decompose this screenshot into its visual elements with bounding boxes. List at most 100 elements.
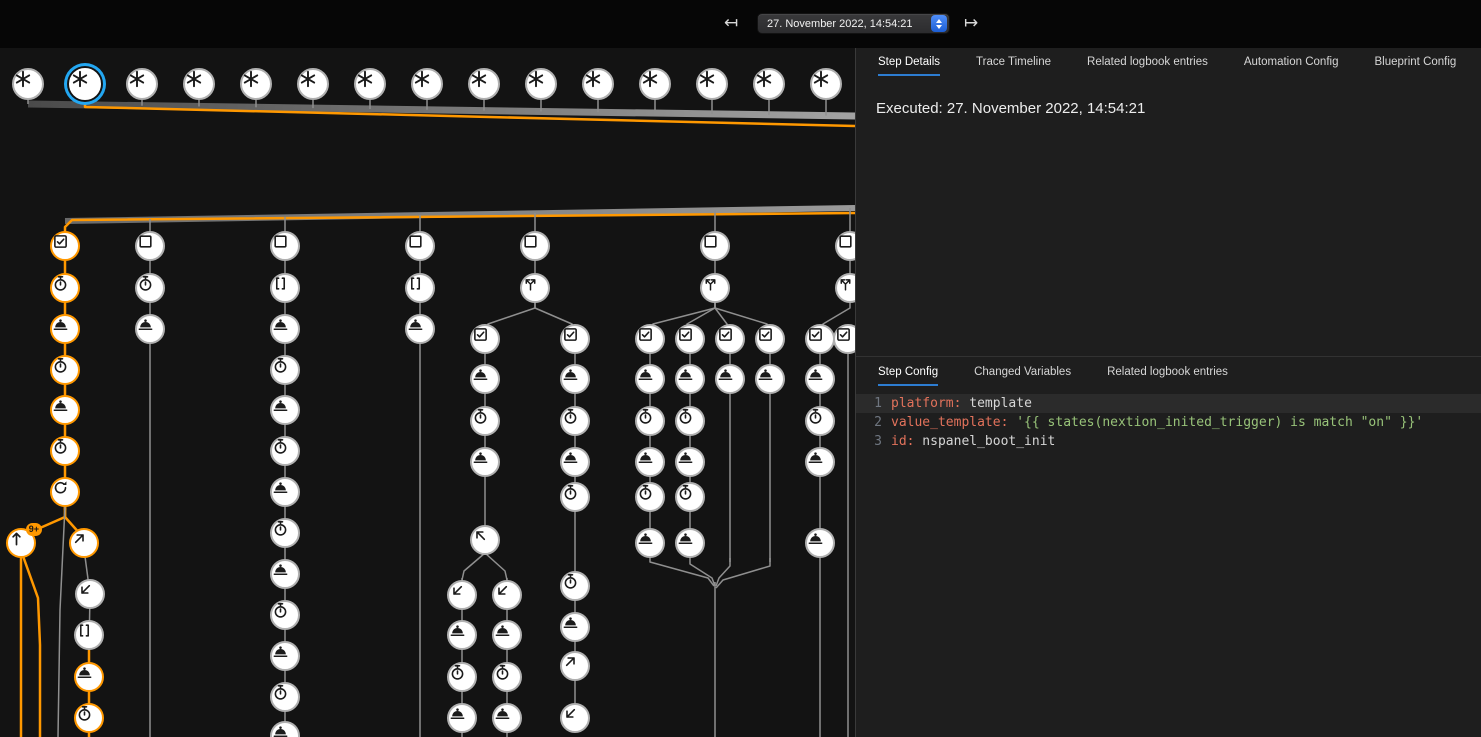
trace-node-arrow-up[interactable]: 9+ [6,528,36,558]
trace-node-service-bell[interactable] [560,364,590,394]
trace-node-asterisk[interactable] [468,68,500,100]
next-run-icon[interactable]: ↦ [964,11,978,35]
trace-node-service-bell[interactable] [805,528,835,558]
tab-blueprint-config[interactable]: Blueprint Config [1374,48,1456,76]
trace-node-service-bell[interactable] [675,364,705,394]
trace-node-service-bell[interactable] [560,447,590,477]
trace-node-checkbox[interactable] [805,324,835,354]
trace-node-asterisk[interactable] [639,68,671,100]
trace-node-timer[interactable] [270,682,300,712]
tab-automation-config[interactable]: Automation Config [1244,48,1339,76]
tab-step-config[interactable]: Step Config [878,357,938,386]
trace-node-service-bell[interactable] [805,447,835,477]
trace-node-timer[interactable] [270,355,300,385]
trace-node-service-bell[interactable] [447,620,477,650]
trace-node-checkbox[interactable] [675,324,705,354]
trace-node-checkbox[interactable] [833,324,855,354]
trace-node-service-bell[interactable] [270,395,300,425]
trace-node-service-bell[interactable] [492,620,522,650]
trace-node-timer[interactable] [447,662,477,692]
trace-node-service-bell[interactable] [635,447,665,477]
trace-node-asterisk[interactable] [240,68,272,100]
trace-node-checkbox[interactable] [755,324,785,354]
trace-node-arrow-sw[interactable] [75,579,105,609]
trace-node-asterisk[interactable] [69,68,101,100]
trace-node-timer[interactable] [560,482,590,512]
trace-node-arrow-ne[interactable] [69,528,99,558]
trace-node-brackets[interactable] [405,273,435,303]
trace-node-timer[interactable] [50,273,80,303]
trace-node-arrow-sw[interactable] [447,580,477,610]
trace-node-timer[interactable] [635,406,665,436]
trace-node-asterisk[interactable] [297,68,329,100]
trace-node-asterisk[interactable] [411,68,443,100]
trace-node-asterisk[interactable] [12,68,44,100]
tab-related-logbook-entries[interactable]: Related logbook entries [1107,357,1228,386]
trace-node-asterisk[interactable] [525,68,557,100]
trace-node-timer[interactable] [560,406,590,436]
trace-node-service-bell[interactable] [447,703,477,733]
trace-node-arrow-sw[interactable] [560,703,590,733]
trace-node-timer[interactable] [492,662,522,692]
trace-node-asterisk[interactable] [354,68,386,100]
trace-node-asterisk[interactable] [126,68,158,100]
trace-node-service-bell[interactable] [675,528,705,558]
previous-run-icon[interactable]: ↤ [724,11,738,35]
trace-node-checkbox[interactable] [50,231,80,261]
trace-node-service-bell[interactable] [470,364,500,394]
run-select[interactable]: 27. November 2022, 14:54:21 [757,13,950,34]
trace-node-timer[interactable] [270,600,300,630]
trace-node-timer[interactable] [270,518,300,548]
trace-node-service-bell[interactable] [50,395,80,425]
trace-node-service-bell[interactable] [492,703,522,733]
trace-node-square[interactable] [405,231,435,261]
trace-node-timer[interactable] [675,406,705,436]
trace-node-service-bell[interactable] [635,528,665,558]
trace-node-square[interactable] [520,231,550,261]
trace-node-arrow-ne[interactable] [560,651,590,681]
code-line[interactable]: 1platform: template [856,394,1481,413]
trace-node-service-bell[interactable] [270,314,300,344]
trace-node-timer[interactable] [560,571,590,601]
trace-node-asterisk[interactable] [183,68,215,100]
trace-node-timer[interactable] [470,406,500,436]
trace-node-call-split[interactable] [700,273,730,303]
trace-node-service-bell[interactable] [74,662,104,692]
trace-node-brackets[interactable] [270,273,300,303]
step-config-editor[interactable]: 1platform: template2value_template: '{{ … [856,386,1481,737]
trace-node-checkbox[interactable] [470,324,500,354]
trace-node-checkbox[interactable] [560,324,590,354]
trace-node-service-bell[interactable] [715,364,745,394]
trace-node-square[interactable] [270,231,300,261]
trace-node-service-bell[interactable] [270,641,300,671]
trace-node-arrow-nw[interactable] [470,525,500,555]
trace-node-service-bell[interactable] [270,559,300,589]
trace-node-asterisk[interactable] [696,68,728,100]
trace-node-asterisk[interactable] [810,68,842,100]
trace-node-call-split[interactable] [520,273,550,303]
trace-node-service-bell[interactable] [270,477,300,507]
trace-node-square[interactable] [700,231,730,261]
trace-node-arrow-sw[interactable] [492,580,522,610]
trace-node-timer[interactable] [270,436,300,466]
trace-node-asterisk[interactable] [582,68,614,100]
trace-node-brackets[interactable] [74,620,104,650]
trace-node-asterisk[interactable] [753,68,785,100]
trace-node-checkbox[interactable] [635,324,665,354]
trace-node-timer[interactable] [50,355,80,385]
trace-node-service-bell[interactable] [405,314,435,344]
trace-node-service-bell[interactable] [135,314,165,344]
trace-node-square[interactable] [135,231,165,261]
trace-node-service-bell[interactable] [470,447,500,477]
trace-node-timer[interactable] [74,703,104,733]
trace-node-service-bell[interactable] [805,364,835,394]
trace-node-timer[interactable] [805,406,835,436]
tab-step-details[interactable]: Step Details [878,48,940,76]
trace-node-timer[interactable] [675,482,705,512]
trace-node-timer[interactable] [635,482,665,512]
tab-changed-variables[interactable]: Changed Variables [974,357,1071,386]
code-line[interactable]: 2value_template: '{{ states(nextion_init… [856,413,1481,432]
trace-graph-pane[interactable]: 9+ [0,48,855,737]
tab-related-logbook-entries[interactable]: Related logbook entries [1087,48,1208,76]
trace-node-service-bell[interactable] [635,364,665,394]
